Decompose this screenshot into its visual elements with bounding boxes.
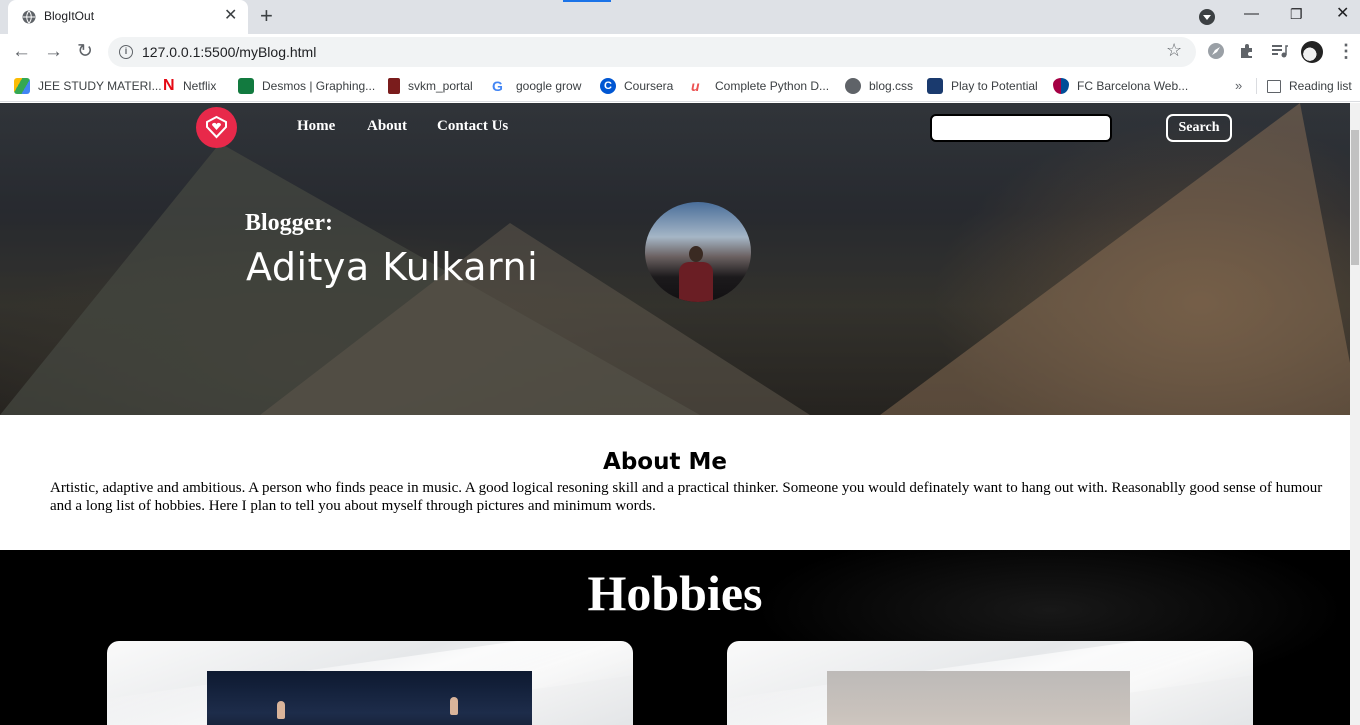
page-scrollbar[interactable] — [1350, 103, 1360, 725]
reading-list-icon — [1267, 79, 1281, 93]
browser-tab-bar: BlogItOut ✕ + — ❐ ✕ — [0, 0, 1360, 34]
hobby-image-detail — [450, 697, 458, 715]
hobby-image-detail — [277, 701, 285, 719]
nav-home-link[interactable]: Home — [297, 118, 335, 135]
bookmark-item[interactable]: Play to Potential — [927, 76, 1038, 96]
avatar-person-head — [689, 246, 703, 262]
browser-toolbar: ← → ↻ i 127.0.0.1:5500/myBlog.html ☆ ⋮ — [0, 34, 1360, 70]
fcb-icon — [1053, 78, 1069, 94]
about-section: About Me Artistic, adaptive and ambitiou… — [0, 415, 1350, 550]
bookmark-item[interactable]: blog.css — [845, 76, 913, 96]
page-viewport: Home About Contact Us Search Blogger: Ad… — [0, 103, 1350, 725]
site-logo[interactable] — [196, 107, 237, 148]
bookmark-item[interactable]: svkm_portal — [388, 76, 473, 96]
tab-search-icon[interactable] — [1199, 9, 1215, 25]
url-text: 127.0.0.1:5500/myBlog.html — [142, 44, 317, 60]
more-bookmarks-icon[interactable]: » — [1235, 78, 1242, 93]
profile-avatar[interactable] — [1301, 41, 1323, 63]
restore-icon[interactable]: ❐ — [1290, 4, 1303, 24]
hero-banner: Home About Contact Us Search Blogger: Ad… — [0, 103, 1350, 415]
reading-list-button[interactable]: Reading list — [1267, 76, 1352, 96]
bookmark-item[interactable]: C Coursera — [600, 76, 673, 96]
avatar-person-body — [679, 262, 713, 302]
coursera-icon: C — [600, 78, 616, 94]
extensions-puzzle-icon[interactable] — [1238, 42, 1256, 60]
tab-title: BlogItOut — [44, 9, 95, 23]
hobby-card[interactable] — [727, 641, 1253, 725]
desmos-icon — [238, 78, 254, 94]
browser-tab[interactable]: BlogItOut ✕ — [8, 0, 248, 34]
heart-shield-icon — [206, 115, 227, 139]
mountain-background — [880, 103, 1350, 415]
google-icon: G — [492, 78, 503, 94]
bookmarks-divider — [1256, 78, 1257, 94]
close-window-icon[interactable]: ✕ — [1336, 4, 1349, 24]
menu-kebab-icon[interactable]: ⋮ — [1337, 41, 1355, 61]
new-tab-icon[interactable]: + — [260, 5, 273, 27]
bookmark-item[interactable]: Desmos | Graphing... — [238, 76, 375, 96]
about-title: About Me — [603, 449, 727, 475]
minimize-icon[interactable]: — — [1244, 4, 1259, 24]
site-info-icon[interactable]: i — [119, 45, 133, 59]
hobby-image — [827, 671, 1130, 725]
svkm-icon — [388, 78, 400, 94]
nav-contact-link[interactable]: Contact Us — [437, 118, 508, 135]
address-bar[interactable]: i 127.0.0.1:5500/myBlog.html ☆ — [108, 37, 1196, 67]
play-to-potential-icon — [927, 78, 943, 94]
udemy-icon: u — [691, 78, 700, 94]
scrollbar-thumb[interactable] — [1351, 130, 1359, 265]
globe-icon — [22, 10, 36, 24]
bookmark-star-icon[interactable]: ☆ — [1166, 40, 1182, 61]
hobby-card[interactable] — [107, 641, 633, 725]
media-control-icon[interactable] — [1270, 42, 1288, 60]
hobbies-section: Hobbies — [0, 550, 1350, 725]
blogger-name: Aditya Kulkarni — [246, 245, 539, 289]
bookmark-item[interactable]: JEE STUDY MATERI... — [14, 76, 162, 96]
blogger-avatar — [645, 202, 751, 302]
nav-about-link[interactable]: About — [367, 118, 407, 135]
search-button[interactable]: Search — [1166, 114, 1232, 142]
tab-loading-indicator — [563, 0, 611, 2]
bookmark-item[interactable]: G google grow — [492, 76, 581, 96]
about-text: Artistic, adaptive and ambitious. A pers… — [50, 480, 1323, 514]
blogger-label: Blogger: — [245, 210, 333, 236]
netflix-icon: N — [163, 77, 175, 94]
bookmark-item[interactable]: N Netflix — [163, 76, 216, 96]
google-drive-icon — [14, 78, 30, 94]
bookmark-item[interactable]: u Complete Python D... — [691, 76, 829, 96]
close-tab-icon[interactable]: ✕ — [224, 7, 237, 25]
bookmarks-bar: JEE STUDY MATERI... N Netflix Desmos | G… — [0, 70, 1360, 102]
extension-compass-icon[interactable] — [1207, 42, 1225, 60]
search-input[interactable] — [930, 114, 1112, 142]
back-icon[interactable]: ← — [12, 40, 31, 64]
globe-icon — [845, 78, 861, 94]
hobby-image — [207, 671, 532, 725]
forward-icon[interactable]: → — [44, 40, 63, 64]
reload-icon[interactable]: ↻ — [77, 40, 93, 64]
bookmark-item[interactable]: FC Barcelona Web... — [1053, 76, 1188, 96]
hobbies-title: Hobbies — [587, 565, 763, 621]
